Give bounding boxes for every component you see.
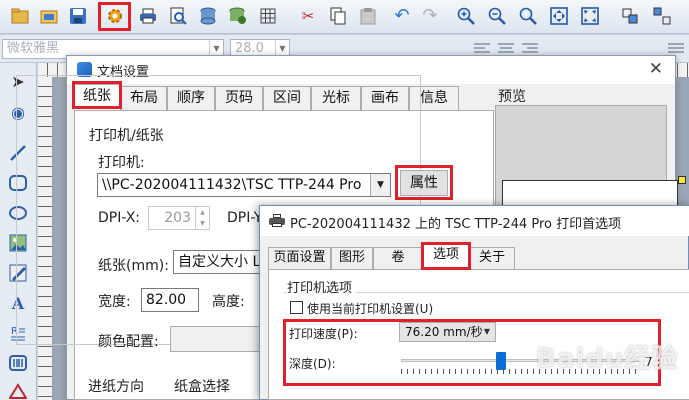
print-icon[interactable] xyxy=(136,4,160,28)
main-toolbar: ✂ ↶ ↷ xyxy=(0,0,689,34)
paper-box-label: 纸盒选择 xyxy=(174,379,230,395)
properties-highlight xyxy=(395,165,453,200)
preview-label: 预览 xyxy=(498,89,526,105)
folder-open-icon[interactable] xyxy=(37,4,61,28)
print-preview-icon[interactable] xyxy=(166,4,190,28)
font-size-value: 28.0 xyxy=(235,41,264,56)
copy-icon[interactable] xyxy=(326,4,350,28)
grid-icon[interactable] xyxy=(256,4,280,28)
cut-icon[interactable]: ✂ xyxy=(296,4,320,28)
undo-icon[interactable]: ↶ xyxy=(390,4,414,28)
dpi-x-label: DPI-X: xyxy=(98,210,141,226)
printer-paper-group-label: 打印机/纸张 xyxy=(86,125,167,145)
paper-size-select[interactable]: 自定义大小 L xyxy=(173,250,263,274)
redo-icon[interactable]: ↷ xyxy=(418,4,442,28)
paper-size-value: 自定义大小 L xyxy=(178,254,261,270)
paste-icon[interactable] xyxy=(356,4,380,28)
paper-size-label: 纸张(mm): xyxy=(98,258,169,274)
zoom-in-icon[interactable] xyxy=(454,4,478,28)
chevron-down-icon[interactable]: ▼ xyxy=(370,174,390,196)
printer-select[interactable]: \\PC-202004111432\TSC TTP-244 Pro ▼ xyxy=(97,173,391,197)
printer-label: 打印机: xyxy=(98,155,145,171)
use-current-settings-label: 使用当前打印机设置(U) xyxy=(307,302,434,316)
fit-page-icon[interactable] xyxy=(578,4,602,28)
baidu-watermark: Baidu经验 xyxy=(536,344,679,374)
zoom-out-icon[interactable] xyxy=(485,4,509,28)
dialog-titlebar[interactable]: PC-202004111432 上的 TSC TTP-244 Pro 打印首选项 xyxy=(260,206,689,236)
dialog-title: PC-202004111432 上的 TSC TTP-244 Pro 打印首选项 xyxy=(290,217,622,232)
close-icon[interactable]: ✕ xyxy=(649,59,663,79)
ungroup-icon[interactable] xyxy=(650,4,674,28)
color-config-label: 颜色配置: xyxy=(98,334,159,350)
database-setup-icon[interactable] xyxy=(226,4,250,28)
folder-new-icon[interactable] xyxy=(8,4,32,28)
use-current-settings-checkbox[interactable] xyxy=(290,301,303,314)
width-value: 82.00 xyxy=(146,292,187,308)
printer-options-label: 打印机选项 xyxy=(287,277,357,296)
printer-value: \\PC-202004111432\TSC TTP-244 Pro xyxy=(102,177,362,193)
zoom-fit-icon[interactable] xyxy=(516,4,540,28)
tab-roll[interactable]: 卷 xyxy=(373,247,423,269)
dpi-x-input[interactable]: 203 ▲ ▼ xyxy=(148,206,210,230)
options-tab-highlight xyxy=(421,242,471,270)
width-label: 宽度: xyxy=(98,294,131,310)
color-config-button[interactable] xyxy=(170,326,262,352)
paper-tab-highlight xyxy=(72,81,122,109)
printer-icon xyxy=(269,214,285,227)
tab-about[interactable]: 关于 xyxy=(469,247,515,269)
group-icon[interactable] xyxy=(618,4,642,28)
dpi-x-spinner[interactable]: ▲ ▼ xyxy=(195,207,209,229)
dpi-y-label: DPI-Y xyxy=(227,210,263,226)
save-icon[interactable] xyxy=(66,4,90,28)
preview-resize-handle[interactable] xyxy=(678,176,686,184)
tab-page-setup[interactable]: 页面设置 xyxy=(268,247,331,269)
barcode-tool-icon[interactable] xyxy=(6,351,30,375)
zoom-actual-icon[interactable] xyxy=(547,4,571,28)
tab-graphics[interactable]: 图形 xyxy=(331,247,373,269)
width-input[interactable]: 82.00 xyxy=(141,288,199,312)
triangle-tool-icon[interactable] xyxy=(6,379,30,400)
height-label: 高度: xyxy=(212,294,245,310)
font-name-value: 微软雅黑 xyxy=(7,41,60,56)
feed-direction-label: 进纸方向 xyxy=(88,379,144,395)
document-settings-highlight xyxy=(98,2,131,31)
dpi-x-value: 203 xyxy=(164,210,191,226)
database-icon[interactable] xyxy=(196,4,220,28)
